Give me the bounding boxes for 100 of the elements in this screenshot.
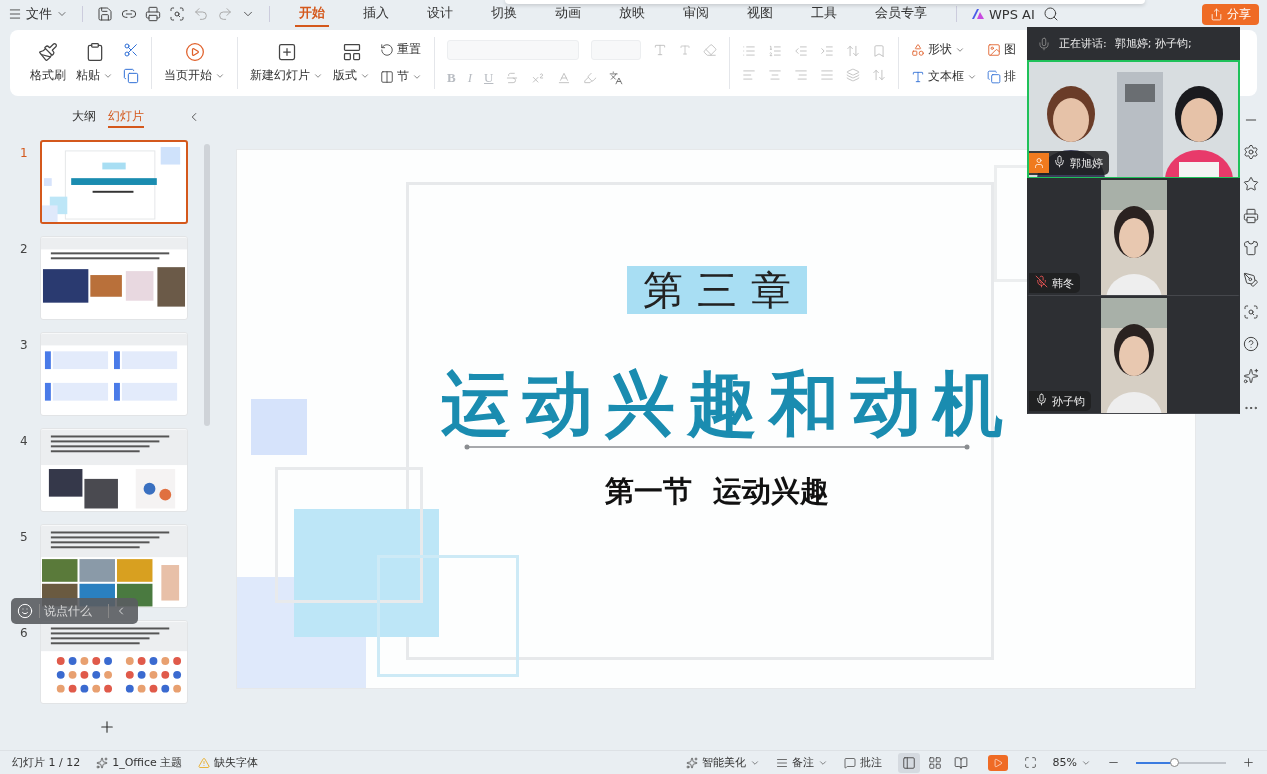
section-icon[interactable] bbox=[380, 69, 394, 84]
speaking-label: 正在讲话: bbox=[1059, 36, 1107, 51]
video-tile[interactable]: 郭旭婷 bbox=[1027, 60, 1240, 178]
mic-icon bbox=[1035, 393, 1048, 406]
phonetic-icon[interactable] bbox=[609, 71, 624, 85]
scrollbar[interactable] bbox=[204, 144, 210, 426]
settings-icon[interactable] bbox=[1243, 144, 1259, 160]
play-from-current-button[interactable]: 当页开始 bbox=[164, 42, 225, 84]
save-icon[interactable] bbox=[97, 6, 113, 22]
ribbon-tab[interactable]: 放映 bbox=[615, 1, 649, 27]
comment-box[interactable]: 说点什么 bbox=[11, 598, 138, 624]
mic-icon[interactable] bbox=[1037, 36, 1051, 51]
star-icon[interactable] bbox=[1243, 176, 1259, 192]
ribbon-tab[interactable]: 设计 bbox=[423, 1, 457, 27]
video-tile[interactable]: 孙子钧 bbox=[1027, 296, 1240, 414]
mic-icon bbox=[1053, 155, 1066, 168]
help-icon[interactable] bbox=[1243, 336, 1259, 352]
image-icon bbox=[987, 42, 1001, 57]
slide-number: 6 bbox=[20, 626, 28, 640]
theme-label[interactable]: 1_Office 主题 bbox=[96, 755, 183, 770]
theme-icon[interactable] bbox=[96, 756, 109, 769]
print-icon[interactable] bbox=[145, 6, 161, 22]
notes-icon[interactable] bbox=[775, 756, 788, 769]
smile-icon[interactable] bbox=[17, 603, 33, 619]
participant-name: 孙子钧 bbox=[1052, 393, 1085, 409]
panel-tab[interactable]: 大纲 bbox=[71, 108, 96, 128]
warning-icon bbox=[198, 756, 211, 769]
add-slide-icon[interactable] bbox=[276, 42, 297, 62]
ribbon-tab[interactable]: 审阅 bbox=[679, 1, 713, 27]
participant-name: 郭旭婷 bbox=[1070, 155, 1103, 171]
slideshow-button[interactable] bbox=[987, 754, 1008, 771]
menu-icon[interactable] bbox=[8, 7, 22, 21]
search-icon[interactable] bbox=[1042, 6, 1059, 22]
fit-icon[interactable] bbox=[1023, 756, 1037, 769]
slide-number: 1 bbox=[20, 146, 28, 160]
mic-muted-icon bbox=[1035, 275, 1048, 288]
file-menu[interactable]: 文件 bbox=[8, 5, 68, 23]
play-icon bbox=[992, 757, 1003, 768]
shape-button[interactable]: 形状 bbox=[911, 41, 977, 58]
speaker-names: 郭旭婷; 孙子钧; bbox=[1114, 36, 1192, 51]
panel-tab[interactable]: 幻灯片 bbox=[107, 108, 144, 128]
slide-subtitle: 第一节 运动兴趣 bbox=[605, 473, 829, 510]
section-button[interactable]: 节 bbox=[380, 68, 422, 85]
new-slide-button[interactable]: 新建幻灯片 bbox=[250, 42, 323, 84]
zoom-thumb[interactable] bbox=[1169, 757, 1179, 767]
chapter-heading: 第三章 bbox=[627, 266, 807, 314]
font-color-icon[interactable] bbox=[557, 71, 572, 85]
arrange-icon bbox=[987, 69, 1001, 84]
ribbon-tab[interactable]: 插入 bbox=[359, 1, 393, 27]
ribbon-tab[interactable]: 开始 bbox=[295, 1, 329, 27]
shapes-icon bbox=[911, 42, 925, 57]
format-painter-button[interactable]: 格式刷 bbox=[30, 42, 66, 84]
slide-thumbnail[interactable] bbox=[40, 140, 188, 224]
zoom-level[interactable]: 85% bbox=[1052, 756, 1091, 769]
arrange-button[interactable]: 排 bbox=[987, 68, 1016, 85]
print-icon[interactable] bbox=[1243, 208, 1259, 224]
comments-button[interactable]: 批注 bbox=[843, 755, 882, 770]
ribbon-tab[interactable]: 视图 bbox=[743, 1, 777, 27]
video-tile[interactable]: 韩冬 bbox=[1027, 178, 1240, 296]
slide-number: 3 bbox=[20, 338, 28, 352]
copy-icon[interactable] bbox=[123, 68, 139, 84]
paste-button[interactable]: 粘贴 bbox=[76, 42, 113, 84]
slide-title: 运动兴趣和动机 bbox=[440, 364, 1015, 444]
find-icon[interactable] bbox=[1243, 304, 1259, 320]
redo-icon[interactable] bbox=[217, 6, 233, 22]
ai-logo-icon bbox=[971, 8, 985, 20]
zoom-in-icon[interactable] bbox=[1242, 756, 1255, 769]
smart-beautify-button[interactable]: 智能美化 bbox=[685, 755, 760, 770]
notes-button[interactable]: 备注 bbox=[775, 755, 828, 770]
paintbrush-icon[interactable] bbox=[38, 42, 58, 62]
beautify-icon[interactable] bbox=[685, 756, 698, 769]
magic-icon[interactable] bbox=[1243, 368, 1259, 384]
layout-button[interactable]: 版式 bbox=[333, 42, 370, 84]
decor-square bbox=[251, 399, 307, 455]
ai-button[interactable]: WPS AI bbox=[971, 6, 1035, 22]
play-icon bbox=[184, 42, 205, 62]
slide-number: 4 bbox=[20, 434, 28, 448]
text-box-icon bbox=[911, 69, 925, 84]
undo-icon[interactable] bbox=[193, 6, 209, 22]
picture-button[interactable]: 图 bbox=[987, 41, 1016, 58]
slide-counter: 幻灯片 1 / 12 bbox=[12, 755, 81, 770]
ribbon-tab[interactable]: 会员专享 bbox=[871, 1, 931, 27]
ribbon-tab[interactable]: 切换 bbox=[487, 1, 521, 27]
participant-name: 韩冬 bbox=[1052, 275, 1074, 291]
layout-icon[interactable] bbox=[341, 42, 362, 62]
scissors-icon[interactable] bbox=[123, 42, 139, 58]
reset-icon[interactable] bbox=[380, 42, 394, 57]
missing-fonts-link[interactable]: 缺失字体 bbox=[198, 755, 259, 770]
share-icon bbox=[1210, 7, 1223, 21]
comment-field[interactable]: 说点什么 bbox=[39, 604, 109, 618]
slide-number: 2 bbox=[20, 242, 28, 256]
text-box-button[interactable]: 文本框 bbox=[911, 68, 977, 85]
zoom-slider[interactable] bbox=[1136, 761, 1226, 764]
comment-icon[interactable] bbox=[843, 756, 856, 769]
ribbon-tab[interactable]: 动画 bbox=[551, 1, 585, 27]
pen-icon[interactable] bbox=[1243, 272, 1259, 288]
print-preview-icon[interactable] bbox=[169, 6, 185, 22]
reset-button[interactable]: 重置 bbox=[380, 41, 422, 58]
ribbon-tab[interactable]: 工具 bbox=[807, 1, 841, 27]
slide-number: 5 bbox=[20, 530, 28, 544]
